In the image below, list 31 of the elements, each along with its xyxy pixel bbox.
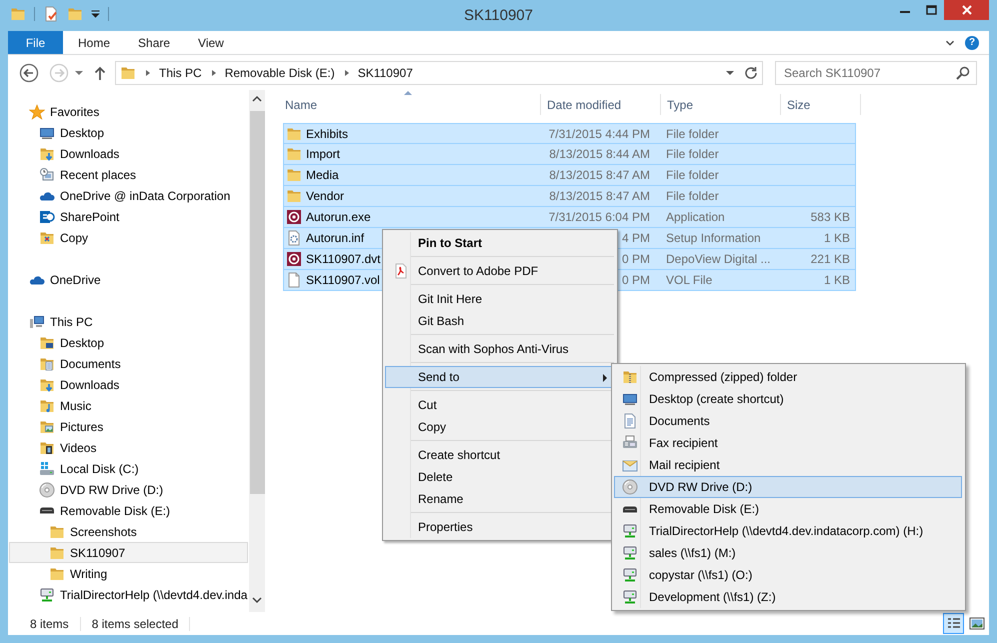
file-name: Vendor [306,189,344,203]
date-modified: 7/31/2015 4:44 PM [548,126,650,140]
date-modified: 4 PM [622,231,650,245]
file-type: File folder [666,168,719,182]
date-modified: 0 PM [622,273,650,287]
file-type: Setup Information [666,231,761,245]
file-name: Exhibits [306,126,348,140]
window-title: SK110907 [464,6,533,24]
date-modified: 8/13/2015 8:47 AM [549,168,650,182]
file-type: Application [666,210,725,224]
file-type: DepoView Digital ... [666,252,770,266]
file-type: File folder [666,147,719,161]
date-modified: 8/13/2015 8:47 AM [549,189,650,203]
item-count: 8 items [19,616,81,630]
file-name: SK110907.vol [306,273,380,287]
file-type: File folder [666,126,719,140]
selection-count: 8 items selected [80,616,190,630]
date-modified: 8/13/2015 8:44 AM [549,147,650,161]
file-size: 1 KB [824,273,850,287]
date-modified: 7/31/2015 6:04 PM [548,210,650,224]
file-name: Import [306,147,340,161]
file-name: Autorun.inf [306,231,364,245]
file-name: Media [306,168,339,182]
file-name: SK110907.dvt [306,252,381,266]
file-type: VOL File [666,273,712,287]
file-name: Autorun.exe [306,210,371,224]
file-size: 221 KB [810,252,850,266]
file-type: File folder [666,189,719,203]
file-size: 583 KB [810,210,850,224]
file-size: 1 KB [824,231,850,245]
date-modified: 0 PM [622,252,650,266]
